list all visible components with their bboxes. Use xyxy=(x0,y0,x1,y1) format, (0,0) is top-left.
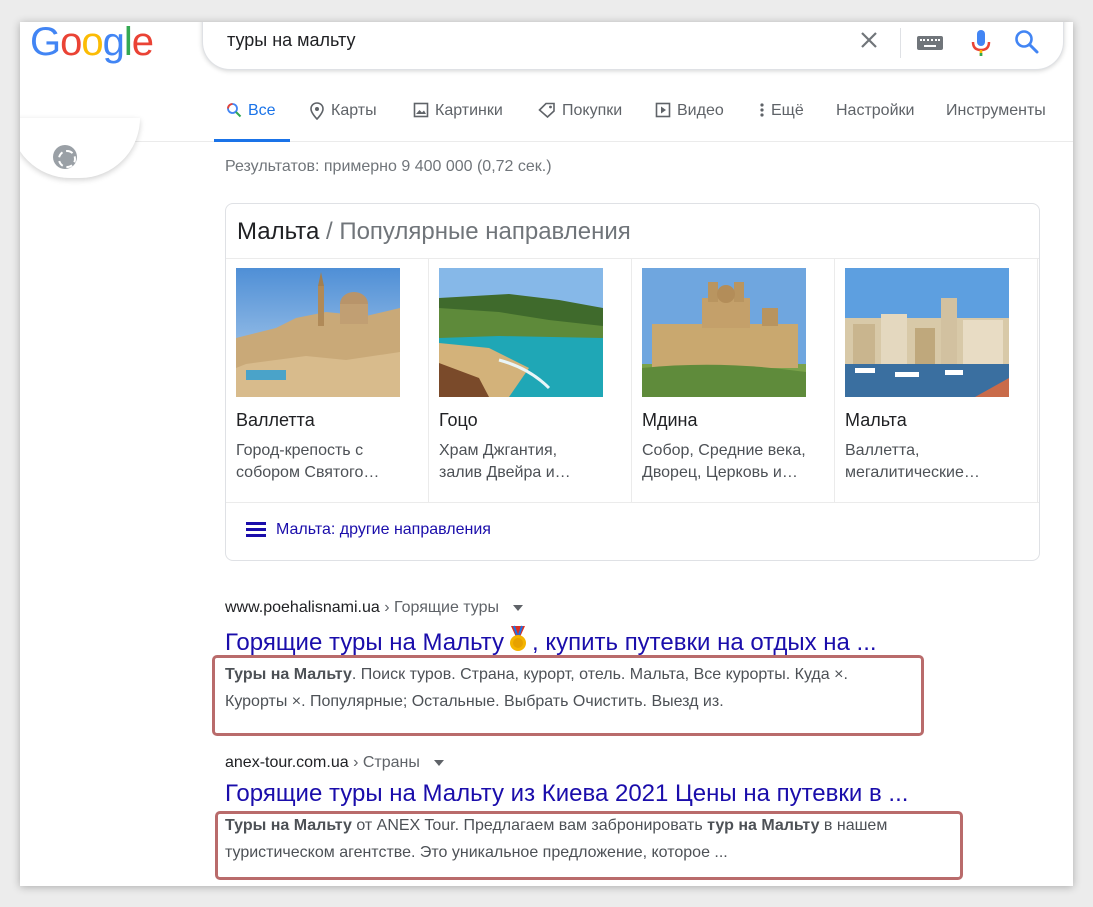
place-card-mdina[interactable]: Мдина Собор, Средние века, Дворец, Церко… xyxy=(632,258,835,503)
result-url[interactable]: anex-tour.com.ua › Страны xyxy=(225,754,908,772)
search-tabs: Все Карты Картинки Покупки Видео Ещё Нас… xyxy=(20,84,1073,142)
map-pin-icon xyxy=(309,102,325,125)
place-card-malta[interactable]: Мальта Валлетта, мегалитические… xyxy=(835,258,1038,503)
search-icon[interactable] xyxy=(1013,28,1041,56)
place-image[interactable] xyxy=(642,268,806,397)
side-widget[interactable] xyxy=(20,118,140,178)
list-icon xyxy=(246,522,266,538)
highlight-box xyxy=(215,811,963,880)
result-url[interactable]: www.poehalisnami.ua › Горящие туры xyxy=(225,599,877,617)
result-title-link[interactable]: Горящие туры на Мальту, купить путевки н… xyxy=(225,625,877,657)
search-divider xyxy=(900,28,901,58)
place-description: Город-крепость с собором Святого… xyxy=(236,442,380,481)
place-image[interactable] xyxy=(236,268,400,397)
image-icon xyxy=(413,102,429,123)
tab-video[interactable]: Видео xyxy=(655,102,724,142)
place-image[interactable] xyxy=(845,268,1009,397)
microphone-icon[interactable] xyxy=(967,28,995,58)
place-name: Мдина xyxy=(642,410,698,430)
more-vert-icon xyxy=(759,102,765,123)
place-description: Храм Джгантия, залив Двейра и… xyxy=(439,442,571,481)
tab-shopping[interactable]: Покупки xyxy=(538,102,622,142)
chevron-down-icon[interactable] xyxy=(513,604,524,611)
browser-frame: Google туры на мальту Все Карты Картинки… xyxy=(20,22,1073,886)
chevron-down-icon[interactable] xyxy=(434,759,445,766)
google-logo[interactable]: Google xyxy=(30,22,154,62)
divider xyxy=(226,502,1039,503)
tab-all[interactable]: Все xyxy=(214,102,290,142)
place-name: Гоцо xyxy=(439,410,478,430)
highlight-box xyxy=(212,655,924,736)
card-title: Мальта / Популярные направления xyxy=(237,218,631,245)
search-input[interactable]: туры на мальту xyxy=(227,30,355,51)
place-card-gozo[interactable]: Гоцо Храм Джгантия, залив Двейра и… xyxy=(429,258,632,503)
tag-icon xyxy=(538,102,556,123)
tab-settings[interactable]: Настройки xyxy=(836,102,914,142)
keyboard-icon[interactable] xyxy=(917,36,943,50)
close-icon[interactable] xyxy=(857,28,881,52)
result-title-link[interactable]: Горящие туры на Мальту из Киева 2021 Цен… xyxy=(225,780,908,808)
tab-images[interactable]: Картинки xyxy=(413,102,503,142)
tab-tools[interactable]: Инструменты xyxy=(946,102,1046,142)
place-name: Мальта xyxy=(845,410,907,430)
place-name: Валлетта xyxy=(236,410,315,430)
result-stats: Результатов: примерно 9 400 000 (0,72 се… xyxy=(225,158,552,175)
tab-maps[interactable]: Карты xyxy=(309,102,377,142)
medal-icon xyxy=(504,625,532,656)
more-destinations-link[interactable]: Мальта: другие направления xyxy=(246,521,491,539)
play-icon xyxy=(655,102,671,123)
search-icon xyxy=(226,102,242,123)
tab-more[interactable]: Ещё xyxy=(759,102,804,142)
camera-shutter-icon xyxy=(53,145,77,169)
place-card-valletta[interactable]: Валлетта Город-крепость с собором Святог… xyxy=(226,258,429,503)
search-box[interactable]: туры на мальту xyxy=(202,22,1064,70)
destinations-card: Мальта / Популярные направления Валлетта… xyxy=(225,203,1040,561)
place-description: Собор, Средние века, Дворец, Церковь и… xyxy=(642,442,806,481)
place-description: Валлетта, мегалитические… xyxy=(845,442,980,481)
place-image[interactable] xyxy=(439,268,603,397)
